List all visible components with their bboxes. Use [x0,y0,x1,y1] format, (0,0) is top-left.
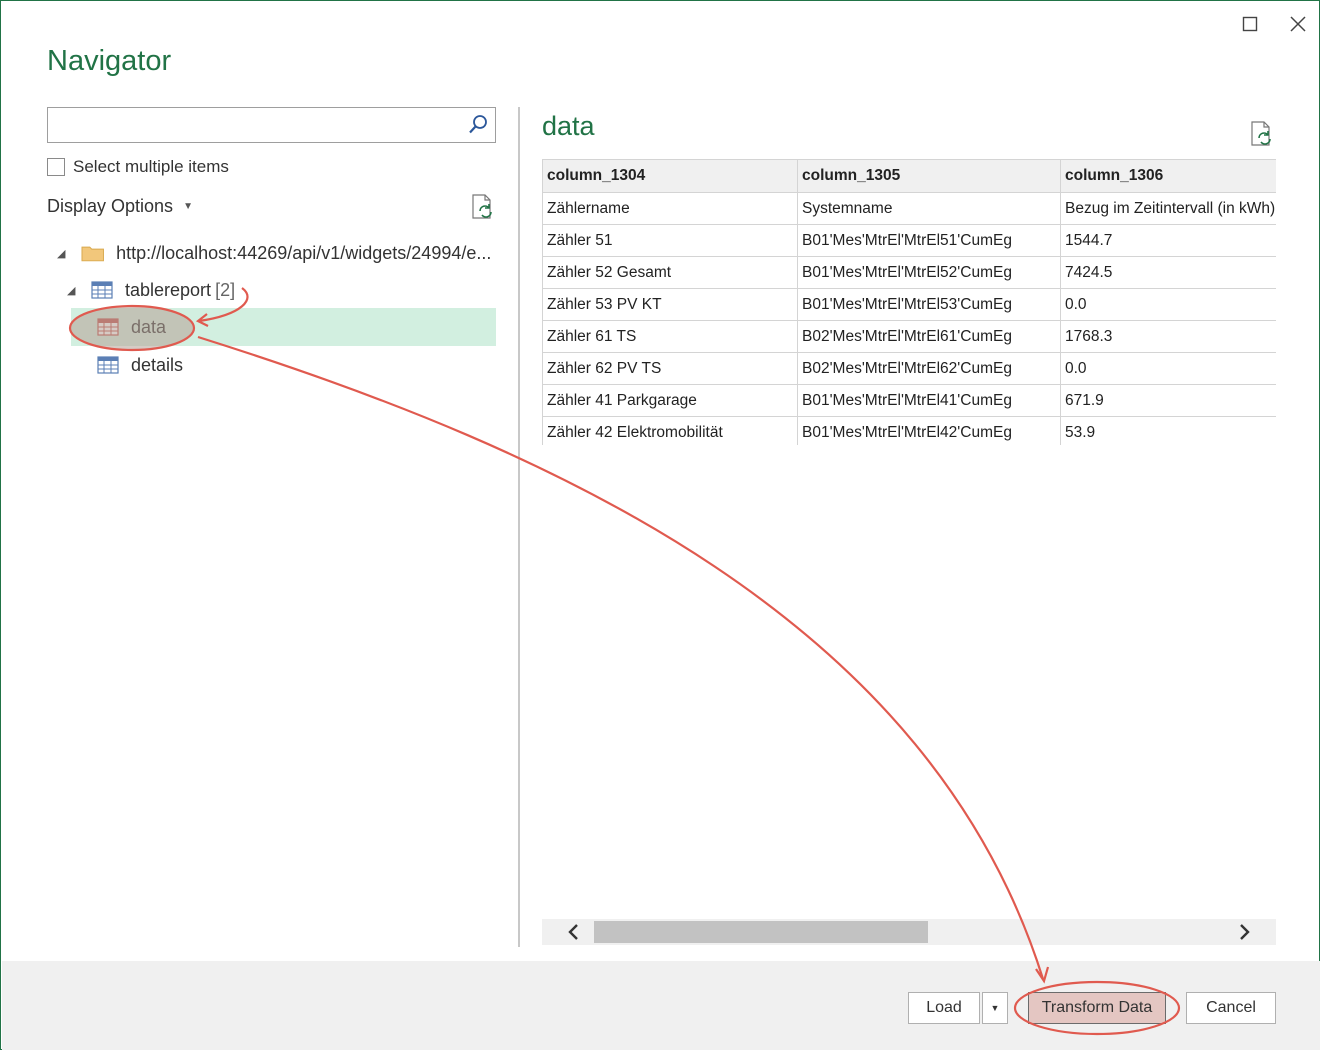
horizontal-scrollbar[interactable] [542,919,1276,945]
column-header[interactable]: column_1305 [797,159,1061,193]
chevron-right-icon[interactable] [1232,921,1256,943]
data-label: data [131,316,167,337]
tree-item-data[interactable]: data [71,308,496,346]
table-cell: Zähler 52 Gesamt [542,256,798,289]
table-row: Zähler 51 B01'Mes'MtrEl'MtrEl51'CumEg 15… [542,224,1276,257]
table-cell: B01'Mes'MtrEl'MtrEl52'CumEg [797,256,1061,289]
scrollbar-thumb[interactable] [594,921,928,943]
display-options-dropdown[interactable]: Display Options ▼ [47,196,193,217]
table-row: Zähler 52 Gesamt B01'Mes'MtrEl'MtrEl52'C… [542,256,1276,289]
dialog-title: Navigator [47,45,172,77]
table-cell: B02'Mes'MtrEl'MtrEl62'CumEg [797,352,1061,385]
maximize-icon [1242,16,1258,32]
tablereport-label: tablereport [125,279,212,300]
table-cell: Zähler 51 [542,224,798,257]
load-button[interactable]: Load [908,992,980,1024]
table-cell: 53.9 [1060,416,1276,445]
collapse-triangle-icon[interactable]: ◢ [57,247,71,260]
select-multiple-checkbox[interactable] [47,158,65,176]
table-cell: 671.9 [1060,384,1276,417]
table-cell: B02'Mes'MtrEl'MtrEl61'CumEg [797,320,1061,353]
column-header[interactable]: column_1304 [542,159,798,193]
source-url-label: http://localhost:44269/api/v1/widgets/24… [116,242,492,263]
collapse-triangle-icon[interactable]: ◢ [67,284,81,297]
folder-icon [81,246,104,262]
preview-table: column_1304 column_1305 column_1306 Zähl… [542,159,1276,445]
table-header-row: column_1304 column_1305 column_1306 [542,159,1276,193]
table-cell: B01'Mes'MtrEl'MtrEl51'CumEg [797,224,1061,257]
transform-data-button[interactable]: Transform Data [1028,992,1166,1024]
table-cell: Systemname [797,192,1061,225]
table-cell: Zähler 42 Elektromobilität [542,416,798,445]
table-cell: B01'Mes'MtrEl'MtrEl41'CumEg [797,384,1061,417]
tree-item-details[interactable]: details [71,346,183,384]
maximize-button[interactable] [1237,11,1263,37]
table-icon [97,318,119,336]
table-row: Zähler 41 Parkgarage B01'Mes'MtrEl'MtrEl… [542,384,1276,417]
select-multiple-label: Select multiple items [73,157,229,176]
preview-title: data [542,111,595,141]
table-cell: 0.0 [1060,288,1276,321]
display-options-label: Display Options [47,196,174,216]
tablereport-count: [2] [215,279,236,300]
preview-grid: column_1304 column_1305 column_1306 Zähl… [542,159,1276,445]
table-cell: Zähler 62 PV TS [542,352,798,385]
table-cell: Zähler 53 PV KT [542,288,798,321]
search-box [47,107,496,143]
close-button[interactable] [1285,11,1311,37]
refresh-icon[interactable] [470,194,494,220]
table-cell: 1544.7 [1060,224,1276,257]
table-row: Zähler 53 PV KT B01'Mes'MtrEl'MtrEl53'Cu… [542,288,1276,321]
navigator-window: Navigator Select multiple items Display … [0,0,1320,1050]
table-row: Zählername Systemname Bezug im Zeitinter… [542,192,1276,225]
cancel-button[interactable]: Cancel [1186,992,1276,1024]
table-cell: Zähler 41 Parkgarage [542,384,798,417]
search-input[interactable] [48,108,458,142]
pane-splitter[interactable] [518,107,520,947]
table-icon [97,356,119,374]
close-icon [1290,16,1306,32]
table-cell: 0.0 [1060,352,1276,385]
load-options-button[interactable]: ▼ [982,992,1008,1024]
table-cell: B01'Mes'MtrEl'MtrEl42'CumEg [797,416,1061,445]
table-cell: Zählername [542,192,798,225]
chevron-left-icon[interactable] [562,921,586,943]
table-cell: 1768.3 [1060,320,1276,353]
table-cell: Zähler 61 TS [542,320,798,353]
search-icon[interactable] [467,114,489,136]
refresh-icon[interactable] [1249,121,1273,147]
table-cell: Bezug im Zeitintervall (in kWh) [1060,192,1276,225]
chevron-down-icon: ▼ [990,1003,1000,1013]
tree-item-source[interactable]: ◢ http://localhost:44269/api/v1/widgets/… [57,234,497,272]
details-label: details [131,354,184,375]
table-row: Zähler 61 TS B02'Mes'MtrEl'MtrEl61'CumEg… [542,320,1276,353]
tree-item-tablereport[interactable]: ◢ tablereport [2] [67,271,235,309]
table-icon [91,281,113,299]
column-header[interactable]: column_1306 [1060,159,1276,193]
table-cell: B01'Mes'MtrEl'MtrEl53'CumEg [797,288,1061,321]
select-multiple-row[interactable]: Select multiple items [47,157,229,177]
table-row: Zähler 42 Elektromobilität B01'Mes'MtrEl… [542,416,1276,445]
table-row: Zähler 62 PV TS B02'Mes'MtrEl'MtrEl62'Cu… [542,352,1276,385]
table-cell: 7424.5 [1060,256,1276,289]
chevron-down-icon: ▼ [183,201,193,212]
